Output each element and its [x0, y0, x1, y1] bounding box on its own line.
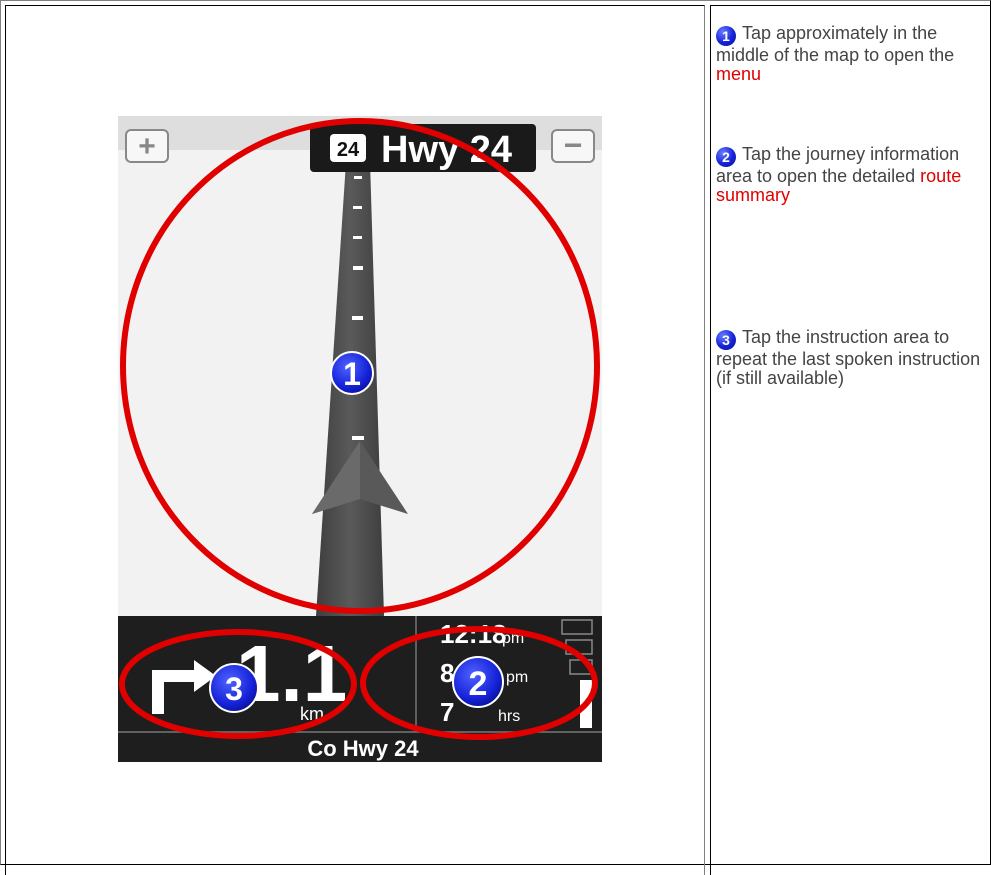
svg-text:pm: pm [506, 669, 528, 686]
step-3-number-icon: 3 [716, 330, 736, 350]
svg-text:2: 2 [469, 665, 488, 703]
menu-link[interactable]: menu [716, 64, 761, 84]
remaining-duration: 7 [440, 697, 454, 727]
zoom-in-button[interactable]: + [125, 129, 169, 163]
step-2-number-icon: 2 [716, 147, 736, 167]
step-3: 3 Tap the instruction area to repeat the … [716, 328, 991, 388]
marker-1-icon: 1 [330, 351, 374, 395]
svg-text:24: 24 [337, 139, 360, 161]
svg-text:+: + [138, 130, 156, 163]
zoom-out-button[interactable]: − [551, 127, 595, 163]
step-2: 2 Tap the journey information area to ope… [716, 145, 991, 205]
step-3-text: Tap the instruction area to repeat the l… [716, 327, 981, 388]
marker-2-icon: 2 [452, 656, 504, 708]
instructions-cell: 1 Tap approximately in the middle of the … [710, 5, 991, 875]
step-1: 1 Tap approximately in the middle of the … [716, 24, 991, 84]
step-1-number-icon: 1 [716, 26, 736, 46]
current-street: Co Hwy 24 [307, 736, 419, 761]
svg-text:hrs: hrs [498, 708, 520, 725]
svg-text:1: 1 [343, 356, 361, 392]
svg-text:3: 3 [225, 671, 243, 707]
current-time: 12:18 [440, 619, 507, 649]
navigation-device-screen: + − 24 Hwy 24 1.1 km 12:18 pm 8 pm 7 hrs [118, 116, 602, 762]
svg-text:−: − [564, 127, 583, 163]
step-1-text: Tap approximately in the middle of the m… [716, 23, 955, 65]
marker-3-icon: 3 [209, 663, 259, 713]
